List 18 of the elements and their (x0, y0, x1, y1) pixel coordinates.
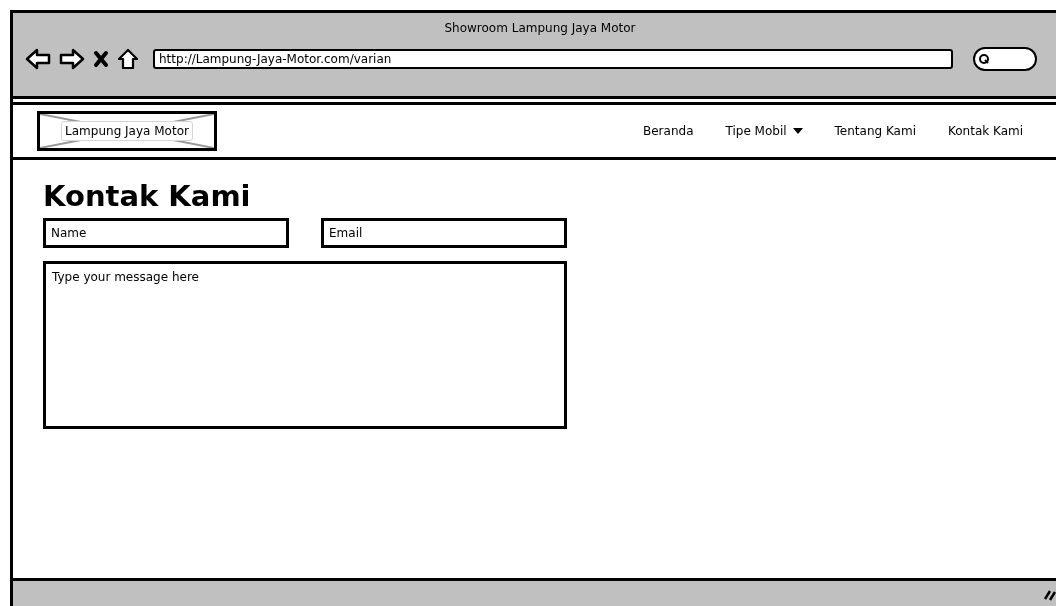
close-icon[interactable] (93, 50, 109, 68)
name-field[interactable]: Name (43, 218, 289, 248)
search-field[interactable] (973, 47, 1037, 71)
nav-dropdown[interactable]: Tipe Mobil (725, 122, 803, 140)
logo: Lampung Jaya Motor (37, 111, 217, 151)
nav-link[interactable]: Kontak Kami (948, 122, 1024, 140)
email-field[interactable]: Email (321, 218, 567, 248)
search-icon (978, 53, 990, 65)
forward-icon[interactable] (59, 48, 85, 70)
nav-link[interactable]: Tentang Kami (834, 122, 916, 140)
caret-icon (792, 128, 803, 134)
message-field[interactable]: Type your message here (43, 261, 567, 429)
page-heading: Kontak Kami (43, 178, 252, 214)
nav-link[interactable]: Beranda (643, 122, 694, 140)
address-bar[interactable]: http://Lampung-Jaya-Motor.com/varian (153, 49, 953, 69)
home-icon[interactable] (117, 48, 139, 70)
back-icon[interactable] (25, 48, 51, 70)
window-title: Showroom Lampung Jaya Motor (444, 20, 636, 37)
